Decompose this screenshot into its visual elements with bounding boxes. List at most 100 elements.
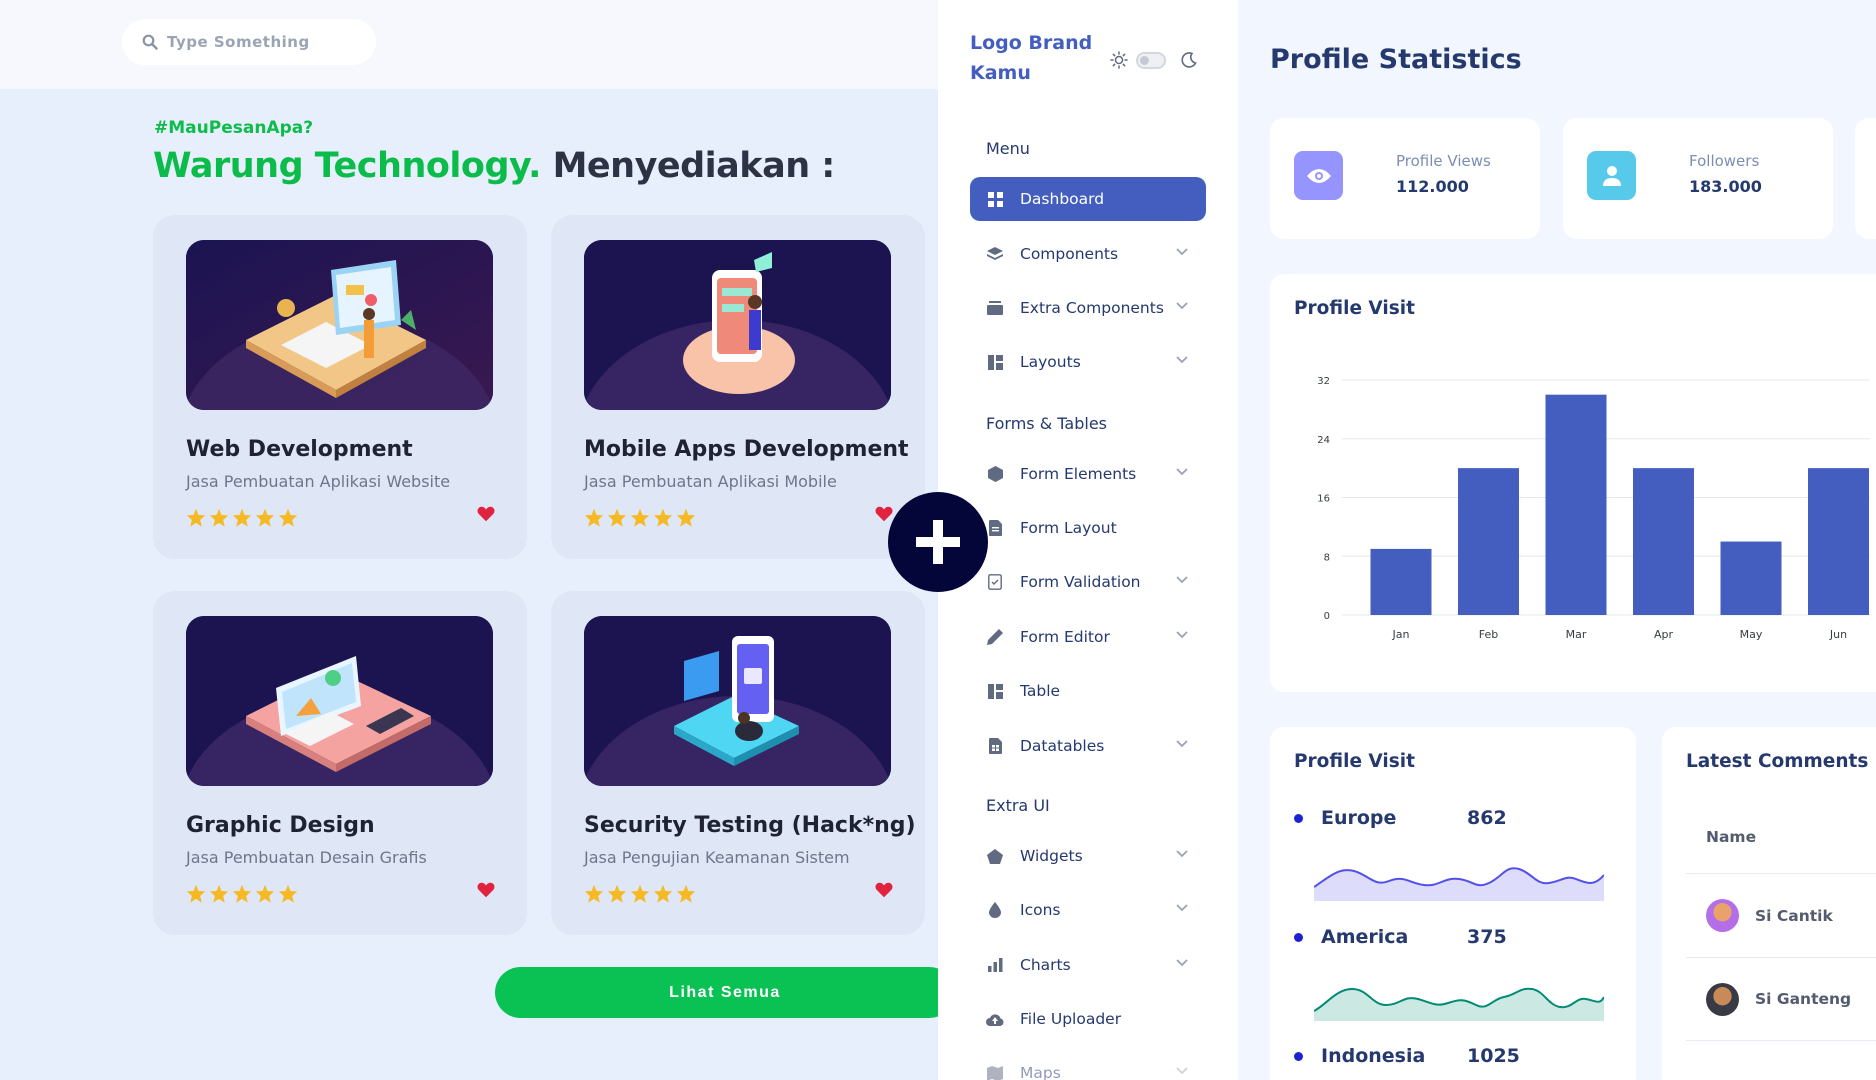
- bar-chart-icon: [986, 956, 1004, 974]
- page-title: Profile Statistics: [1270, 44, 1522, 75]
- dark-mode-toggle[interactable]: [1136, 51, 1166, 69]
- heart-icon[interactable]: [875, 505, 893, 523]
- heart-icon[interactable]: [477, 505, 495, 523]
- comments-title: Latest Comments: [1686, 751, 1869, 772]
- add-button[interactable]: [888, 492, 988, 592]
- chevron-down-icon: [1176, 356, 1188, 364]
- chevron-down-icon: [1176, 468, 1188, 476]
- user-icon: [1587, 151, 1636, 200]
- x-tick-label: Jun: [1829, 628, 1847, 641]
- chevron-down-icon: [1176, 959, 1188, 967]
- bar-mar: [1545, 394, 1607, 615]
- region-card-title: Profile Visit: [1294, 751, 1415, 772]
- y-tick-label: 8: [1324, 552, 1330, 563]
- hashtag-label: #MauPesanApa?: [154, 118, 314, 138]
- region-value: 375: [1467, 926, 1507, 948]
- comment-row[interactable]: Si Ganteng: [1686, 957, 1876, 1041]
- bullet-icon: [1294, 1051, 1303, 1061]
- grid-icon: [986, 190, 1004, 208]
- sidebar-item-maps[interactable]: Maps: [970, 1051, 1206, 1080]
- star-icon: [676, 884, 696, 903]
- sidebar-item-form-layout[interactable]: Form Layout: [970, 506, 1206, 550]
- star-rating: [584, 508, 696, 527]
- sidebar-item-dashboard[interactable]: Dashboard: [970, 177, 1206, 221]
- region-row-indonesia: Indonesia 1025: [1294, 1045, 1520, 1067]
- service-title: Web Development: [186, 437, 413, 462]
- stat-value: 183.000: [1689, 177, 1762, 196]
- y-tick-label: 32: [1317, 376, 1330, 387]
- sidebar-item-layouts[interactable]: Layouts: [970, 340, 1206, 384]
- y-tick-label: 16: [1317, 494, 1330, 505]
- star-icon: [186, 508, 206, 527]
- heart-icon[interactable]: [477, 881, 495, 899]
- security-testing-illustration: [584, 616, 891, 786]
- search-input[interactable]: Type Something: [122, 19, 376, 65]
- sidebar-section-extra-ui: Extra UI: [986, 796, 1050, 815]
- profile-visit-bar-chart: 0 8 16 24 32 Jan Feb Mar Apr May Jun: [1317, 376, 1870, 641]
- headline-brand: Warung Technology.: [153, 146, 541, 186]
- sidebar-item-charts[interactable]: Charts: [970, 943, 1206, 987]
- star-icon: [186, 884, 206, 903]
- service-subtitle: Jasa Pembuatan Aplikasi Mobile: [584, 472, 837, 491]
- plus-icon: [916, 520, 960, 564]
- journal-check-icon: [986, 573, 1004, 591]
- bar-jun: [1808, 468, 1869, 615]
- star-icon: [232, 884, 252, 903]
- sidebar-item-table[interactable]: Table: [970, 669, 1206, 713]
- sidebar-item-label: Form Layout: [1020, 519, 1117, 537]
- sidebar-item-extra-components[interactable]: Extra Components: [970, 286, 1206, 330]
- service-card[interactable]: Mobile Apps Development Jasa Pembuatan A…: [551, 215, 925, 559]
- sun-icon: [1110, 51, 1128, 69]
- star-icon: [630, 508, 650, 527]
- stat-label: Profile Views: [1396, 152, 1491, 170]
- service-card[interactable]: Web Development Jasa Pembuatan Aplikasi …: [153, 215, 527, 559]
- sidebar-item-components[interactable]: Components: [970, 232, 1206, 276]
- y-tick-label: 0: [1324, 611, 1330, 622]
- chevron-down-icon: [1176, 631, 1188, 639]
- sidebar-item-datatables[interactable]: Datatables: [970, 724, 1206, 768]
- star-icon: [255, 884, 275, 903]
- bullet-icon: [1294, 932, 1303, 942]
- comments-header-name: Name: [1706, 828, 1757, 846]
- avatar: [1706, 899, 1739, 932]
- sidebar-item-form-editor[interactable]: Form Editor: [970, 615, 1206, 659]
- chevron-down-icon: [1176, 1067, 1188, 1075]
- sidebar-item-form-elements[interactable]: Form Elements: [970, 452, 1206, 496]
- europe-sparkline: [1314, 867, 1604, 901]
- hexagon-icon: [986, 465, 1004, 483]
- star-icon: [607, 884, 627, 903]
- star-icon: [584, 508, 604, 527]
- sidebar-item-form-validation[interactable]: Form Validation: [970, 560, 1206, 604]
- graphic-design-illustration: [186, 616, 493, 786]
- sidebar-item-label: Form Editor: [1020, 628, 1110, 646]
- service-card[interactable]: Graphic Design Jasa Pembuatan Desain Gra…: [153, 591, 527, 935]
- sidebar-item-icons[interactable]: Icons: [970, 888, 1206, 932]
- service-subtitle: Jasa Pembuatan Aplikasi Website: [186, 472, 451, 491]
- sidebar-item-label: Extra Components: [1020, 299, 1164, 317]
- web-development-illustration: [186, 240, 493, 410]
- star-rating: [186, 884, 298, 903]
- star-rating: [186, 508, 298, 527]
- services-panel: Type Something #MauPesanApa? Warung Tech…: [0, 0, 938, 1080]
- sidebar-item-label: Datatables: [1020, 737, 1105, 755]
- search-icon: [142, 34, 158, 50]
- see-all-button[interactable]: Lihat Semua: [495, 967, 938, 1018]
- heart-icon[interactable]: [875, 881, 893, 899]
- profile-visit-chart-card: Profile Visit 0 8 16 24 32 Jan Feb Mar Apr May Jun: [1270, 274, 1876, 692]
- sidebar-item-widgets[interactable]: Widgets: [970, 834, 1206, 878]
- brand-logo[interactable]: Logo Brand Kamu: [970, 28, 1100, 88]
- sidebar-item-label: Charts: [1020, 956, 1071, 974]
- comment-author: Si Cantik: [1755, 906, 1833, 925]
- service-card[interactable]: Security Testing (Hack*ng) Jasa Pengujia…: [551, 591, 925, 935]
- star-icon: [653, 508, 673, 527]
- pen-icon: [986, 628, 1004, 646]
- eye-icon: [1294, 151, 1343, 200]
- stack-icon: [986, 245, 1004, 263]
- service-subtitle: Jasa Pembuatan Desain Grafis: [186, 848, 427, 867]
- star-icon: [676, 508, 696, 527]
- x-tick-label: Feb: [1479, 628, 1498, 641]
- sidebar-item-file-uploader[interactable]: File Uploader: [970, 997, 1206, 1041]
- theme-switch[interactable]: [1110, 51, 1198, 69]
- comment-row[interactable]: Si Cantik: [1686, 873, 1876, 957]
- star-icon: [653, 884, 673, 903]
